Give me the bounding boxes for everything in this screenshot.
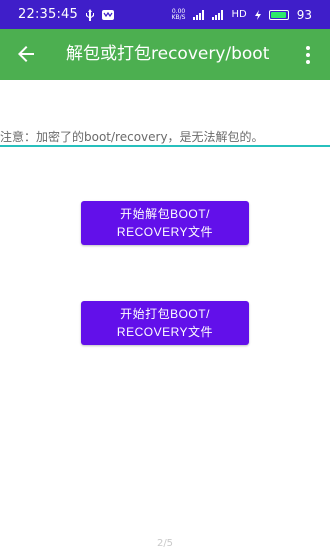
notification-icon bbox=[102, 9, 114, 20]
battery-icon bbox=[268, 9, 289, 20]
status-left: 22:35:45 bbox=[18, 7, 114, 22]
page-title: 解包或打包recovery/boot bbox=[66, 44, 270, 64]
notice-underline bbox=[0, 145, 330, 147]
battery-level: 93 bbox=[296, 7, 312, 22]
page-indicator: 2/5 bbox=[156, 538, 174, 549]
signal-icon-2 bbox=[212, 9, 224, 20]
app-toolbar: 解包或打包recovery/boot bbox=[0, 29, 330, 80]
usb-icon bbox=[86, 8, 94, 21]
net-speed: 0.00 KB/S bbox=[171, 7, 186, 21]
start-pack-button[interactable]: 开始打包BOOT/ RECOVERY文件 bbox=[81, 301, 249, 345]
status-right: 0.00 KB/S HD 93 bbox=[172, 8, 312, 22]
network-type: HD bbox=[231, 9, 247, 20]
back-arrow-icon[interactable] bbox=[14, 42, 38, 66]
encryption-notice: 注意：加密了的boot/recovery，是无法解包的。 bbox=[0, 130, 264, 144]
battery-fill bbox=[270, 11, 286, 18]
start-unpack-button[interactable]: 开始解包BOOT/ RECOVERY文件 bbox=[81, 201, 249, 245]
status-time: 22:35:45 bbox=[18, 7, 78, 22]
unpack-button-label: 开始解包BOOT/ RECOVERY文件 bbox=[116, 207, 214, 239]
signal-icon bbox=[193, 9, 205, 20]
status-bar: 22:35:45 0.00 KB/S HD 93 bbox=[0, 0, 330, 29]
more-vert-icon[interactable] bbox=[302, 43, 314, 67]
pack-button-label: 开始打包BOOT/ RECOVERY文件 bbox=[116, 307, 214, 339]
charging-icon bbox=[254, 9, 261, 20]
